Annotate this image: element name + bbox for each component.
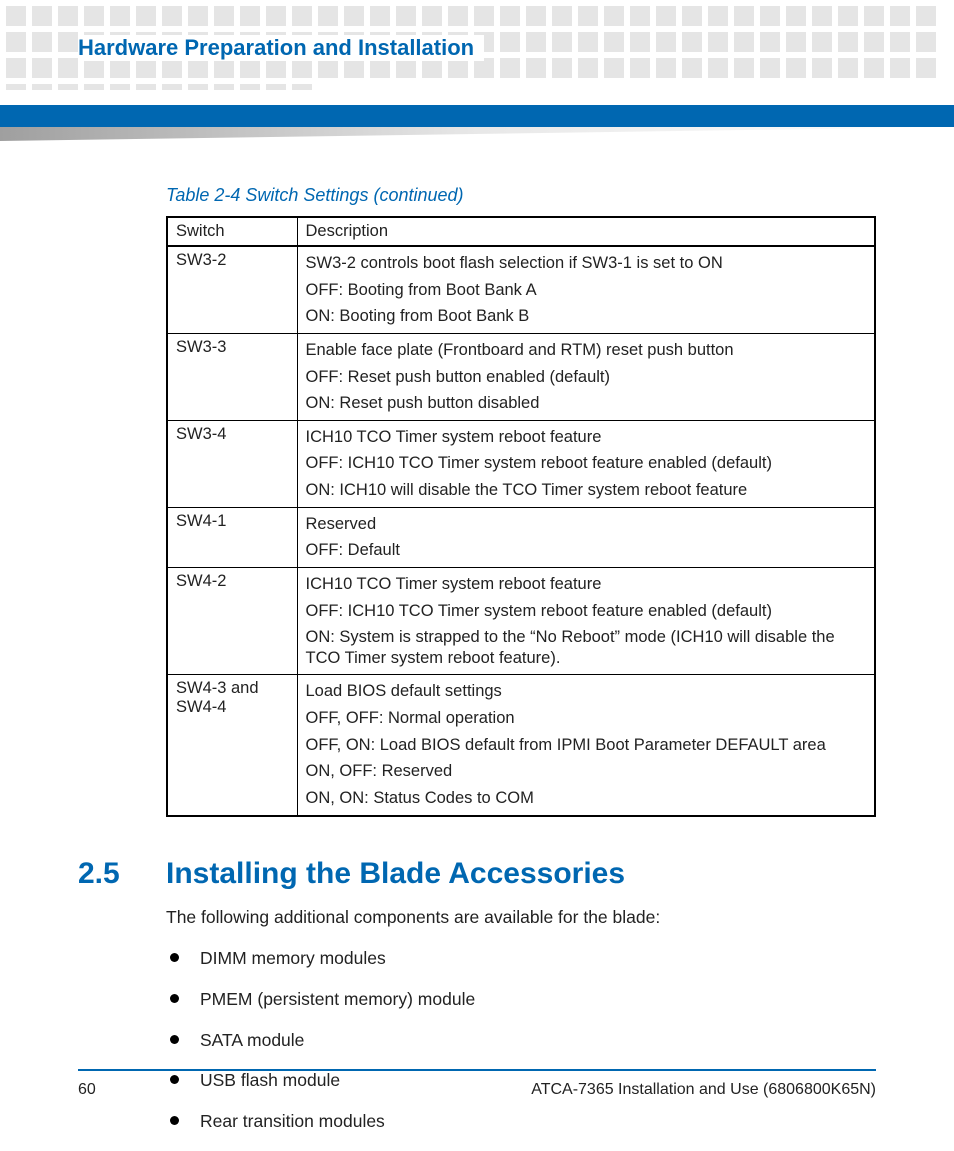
chapter-title: Hardware Preparation and Installation bbox=[78, 35, 484, 61]
page-footer: 60 ATCA-7365 Installation and Use (68068… bbox=[78, 1069, 876, 1099]
switch-cell: SW4-1 bbox=[167, 507, 297, 567]
list-item: SATA module bbox=[166, 1029, 876, 1052]
switch-cell: SW3-2 bbox=[167, 246, 297, 333]
switch-cell: SW3-4 bbox=[167, 420, 297, 507]
description-cell: ICH10 TCO Timer system reboot featureOFF… bbox=[297, 420, 875, 507]
description-cell: Load BIOS default settingsOFF, OFF: Norm… bbox=[297, 675, 875, 816]
list-item: PMEM (persistent memory) module bbox=[166, 988, 876, 1011]
description-cell: Enable face plate (Frontboard and RTM) r… bbox=[297, 333, 875, 420]
list-item: DIMM memory modules bbox=[166, 947, 876, 970]
table-header-description: Description bbox=[297, 217, 875, 246]
switch-cell: SW4-3 and SW4-4 bbox=[167, 675, 297, 816]
header-bar bbox=[0, 105, 954, 141]
page-number: 60 bbox=[78, 1081, 96, 1099]
table-row: SW3-4ICH10 TCO Timer system reboot featu… bbox=[167, 420, 875, 507]
document-id: ATCA-7365 Installation and Use (6806800K… bbox=[531, 1081, 876, 1099]
description-cell: SW3-2 controls boot flash selection if S… bbox=[297, 246, 875, 333]
table-row: SW4-1ReservedOFF: Default bbox=[167, 507, 875, 567]
description-cell: ICH10 TCO Timer system reboot featureOFF… bbox=[297, 567, 875, 675]
components-list: DIMM memory modules PMEM (persistent memo… bbox=[166, 947, 876, 1133]
section-title: Installing the Blade Accessories bbox=[166, 857, 625, 891]
table-caption: Table 2-4 Switch Settings (continued) bbox=[166, 185, 876, 206]
switch-settings-table: Switch Description SW3-2SW3-2 controls b… bbox=[166, 216, 876, 817]
description-cell: ReservedOFF: Default bbox=[297, 507, 875, 567]
list-item: Rear transition modules bbox=[166, 1110, 876, 1133]
table-row: SW4-3 and SW4-4Load BIOS default setting… bbox=[167, 675, 875, 816]
section-intro: The following additional components are … bbox=[166, 905, 876, 930]
section-number: 2.5 bbox=[78, 857, 166, 891]
table-header-switch: Switch bbox=[167, 217, 297, 246]
table-row: SW3-3Enable face plate (Frontboard and R… bbox=[167, 333, 875, 420]
table-row: SW4-2ICH10 TCO Timer system reboot featu… bbox=[167, 567, 875, 675]
switch-cell: SW3-3 bbox=[167, 333, 297, 420]
table-row: SW3-2SW3-2 controls boot flash selection… bbox=[167, 246, 875, 333]
switch-cell: SW4-2 bbox=[167, 567, 297, 675]
